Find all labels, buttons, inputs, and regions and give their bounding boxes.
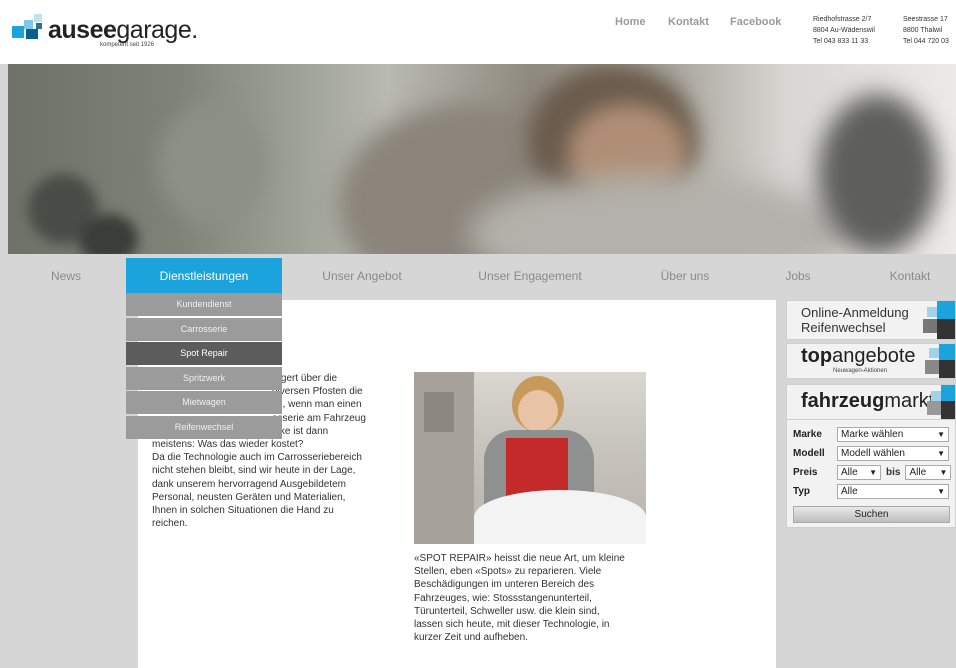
marke-label: Marke <box>793 428 822 440</box>
text-line: «SPOT REPAIR» heisst die neue Art, um kl… <box>414 553 625 564</box>
address-au-waedenswil: Riedhofstrasse 2/7 8804 Au-Wädenswil Tel… <box>813 14 875 47</box>
chevron-down-icon: ▼ <box>937 448 945 458</box>
topnav-home-link[interactable]: Home <box>615 16 646 28</box>
blue-squares-icon <box>919 301 955 339</box>
select-value: Alle <box>841 466 858 478</box>
preis-to-select[interactable]: Alle ▼ <box>905 464 952 480</box>
logo-wordmark: auseegarage. <box>48 16 198 44</box>
dropdown-item-carrosserie[interactable]: Carrosserie <box>126 317 282 341</box>
hero-image-mechanic <box>8 64 956 254</box>
marke-row: Marke Marke wählen ▼ <box>793 426 949 442</box>
nav-unser-angebot[interactable]: Unser Angebot <box>312 258 412 294</box>
address-street: Riedhofstrasse 2/7 <box>813 16 872 23</box>
online-anmeldung-banner[interactable]: Online-Anmeldung Reifenwechsel <box>786 300 956 340</box>
modell-label: Modell <box>793 447 825 459</box>
topnav-facebook-link[interactable]: Facebook <box>730 16 781 28</box>
topnav-kontakt-link[interactable]: Kontakt <box>668 16 709 28</box>
site-header: auseegarage. kompetent seit 1926 Home Ko… <box>0 0 956 64</box>
preis-row: Preis Alle ▼ bis Alle ▼ <box>793 464 952 480</box>
address-phone: Tel 044 720 03 <box>903 38 949 45</box>
nav-jobs[interactable]: Jobs <box>778 258 818 294</box>
chevron-down-icon: ▼ <box>937 486 945 496</box>
dropdown-item-spot-repair[interactable]: Spot Repair <box>126 342 282 365</box>
blue-squares-icon <box>919 344 955 378</box>
banner-line: Reifenwechsel <box>801 320 886 335</box>
main-navigation: News Dienstleistungen Unser Angebot Unse… <box>0 258 956 294</box>
nav-unser-engagement[interactable]: Unser Engagement <box>470 258 590 294</box>
chevron-down-icon: ▼ <box>869 467 877 477</box>
text-line: reichen. <box>152 518 188 530</box>
address-street: Seestrasse 17 <box>903 16 948 23</box>
text-line: Stellen, eben «Spots» zu reparieren. Vie… <box>414 566 602 578</box>
select-value: Marke wählen <box>841 428 904 440</box>
typ-select[interactable]: Alle ▼ <box>837 483 949 499</box>
text-line: lassen sich heute, mit dieser Technologi… <box>414 619 610 631</box>
banner-subtitle: Neuwagen-Aktionen <box>833 368 888 374</box>
logo-squares-icon <box>12 14 44 40</box>
modell-row: Modell Modell wählen ▼ <box>793 445 949 461</box>
vehicle-search-form: Marke Marke wählen ▼ Modell Modell wählen… <box>786 420 956 528</box>
text-line: kurzer Zeit und aufheben. <box>414 632 528 644</box>
text-line: nicht stehen bleibt, sind wir heute in d… <box>152 465 356 477</box>
address-phone: Tel 043 833 11 33 <box>813 38 869 45</box>
dropdown-item-reifenwechsel[interactable]: Reifenwechsel <box>126 415 282 439</box>
banner-title: Online-Anmeldung Reifenwechsel <box>801 305 909 335</box>
logo-tagline: kompetent seit 1926 <box>100 42 155 48</box>
chevron-down-icon: ▼ <box>937 429 945 439</box>
dropdown-item-mietwagen[interactable]: Mietwagen <box>126 391 282 414</box>
preis-label: Preis <box>793 466 818 478</box>
typ-row: Typ Alle ▼ <box>793 483 949 499</box>
banner-line: Online-Anmeldung <box>801 305 909 320</box>
site-logo[interactable]: auseegarage. kompetent seit 1926 <box>12 12 198 52</box>
select-value: Modell wählen <box>841 447 905 459</box>
dienstleistungen-dropdown: Kundendienst Carrosserie Spot Repair Spr… <box>126 293 282 440</box>
typ-label: Typ <box>793 485 811 497</box>
banner-title: topangebote <box>801 345 916 367</box>
topangebote-banner[interactable]: topangebote Neuwagen-Aktionen <box>786 343 956 379</box>
dropdown-item-kundendienst[interactable]: Kundendienst <box>126 293 282 316</box>
select-value: Alle <box>841 485 858 497</box>
banner-title: fahrzeugmarkt <box>801 390 935 412</box>
modell-select[interactable]: Modell wählen ▼ <box>837 445 949 461</box>
chevron-down-icon: ▼ <box>939 467 948 477</box>
address-thalwil: Seestrasse 17 8800 Thalwil Tel 044 720 0… <box>903 14 949 47</box>
search-button[interactable]: Suchen <box>793 506 950 523</box>
nav-kontakt[interactable]: Kontakt <box>880 258 940 294</box>
nav-ueber-uns[interactable]: Über uns <box>650 258 720 294</box>
blue-squares-icon <box>919 385 955 419</box>
text-line: Da die Technologie auch im Carrosseriebe… <box>152 452 362 464</box>
text-line: dank unserem hervorragend Ausgebildetem <box>152 478 347 490</box>
address-city: 8800 Thalwil <box>903 27 943 34</box>
text-line: Personal, neusten Geräten und Materialie… <box>152 491 346 503</box>
preis-from-select[interactable]: Alle ▼ <box>837 464 881 480</box>
bis-label: bis <box>886 466 901 478</box>
fahrzeugmarkt-banner[interactable]: fahrzeugmarkt <box>786 384 956 420</box>
text-line: Türunterteil, Schweller usw. die klein s… <box>414 605 600 617</box>
nav-dienstleistungen[interactable]: Dienstleistungen <box>126 258 282 294</box>
text-line: Ihnen in solchen Situationen die Hand zu <box>152 505 334 517</box>
photo-caption: «SPOT REPAIR» heisst die neue Art, um kl… <box>414 552 646 644</box>
select-value: Alle <box>909 466 927 478</box>
nav-news[interactable]: News <box>40 258 92 294</box>
marke-select[interactable]: Marke wählen ▼ <box>837 426 949 442</box>
spot-repair-photo <box>414 372 646 544</box>
text-line: Fahrzeuges, wie: Stossstangenunterteil, <box>414 592 592 604</box>
dropdown-item-spritzwerk[interactable]: Spritzwerk <box>126 366 282 390</box>
text-line: Beschädigungen im unteren Bereich des <box>414 579 595 591</box>
address-city: 8804 Au-Wädenswil <box>813 27 875 34</box>
